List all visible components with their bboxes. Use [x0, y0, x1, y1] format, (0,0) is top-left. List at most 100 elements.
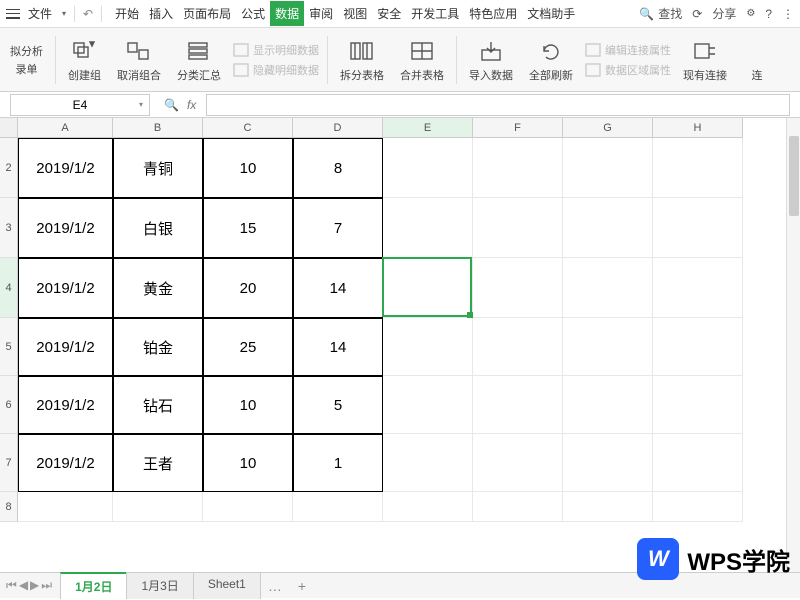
row-header-7[interactable]: 7	[0, 434, 18, 492]
magnify-icon[interactable]: 🔍	[164, 98, 179, 112]
cell-H8[interactable]	[653, 492, 743, 522]
cell-B3[interactable]: 白银	[113, 198, 203, 258]
ribbon-split-table[interactable]: 拆分表格	[336, 37, 388, 83]
cell-H2[interactable]	[653, 138, 743, 198]
cell-E6[interactable]	[383, 376, 473, 434]
row-header-5[interactable]: 5	[0, 318, 18, 376]
chevron-down-icon[interactable]: ▾	[139, 100, 143, 109]
sheet-tab-Sheet1[interactable]: Sheet1	[193, 572, 261, 599]
cell-H4[interactable]	[653, 258, 743, 318]
row-header-3[interactable]: 3	[0, 198, 18, 258]
ribbon-region-props[interactable]: 数据区域属性	[585, 62, 671, 78]
sheet-add-button[interactable]: +	[290, 574, 314, 598]
search-box[interactable]: 🔍 查找	[639, 5, 682, 22]
tab-页面布局[interactable]: 页面布局	[178, 1, 236, 26]
ribbon-conn-fragment[interactable]: 连	[739, 37, 775, 83]
cell-F2[interactable]	[473, 138, 563, 198]
row-header-8[interactable]: 8	[0, 492, 18, 522]
cell-B6[interactable]: 钻石	[113, 376, 203, 434]
col-header-A[interactable]: A	[18, 118, 113, 138]
cell-B5[interactable]: 铂金	[113, 318, 203, 376]
cell-H5[interactable]	[653, 318, 743, 376]
cell-F7[interactable]	[473, 434, 563, 492]
nav-first-icon[interactable]: ⏮	[6, 578, 17, 593]
cell-A8[interactable]	[18, 492, 113, 522]
vertical-scrollbar[interactable]	[786, 118, 800, 572]
chevron-down-icon[interactable]: ▾	[62, 9, 66, 18]
cell-G3[interactable]	[563, 198, 653, 258]
col-header-D[interactable]: D	[293, 118, 383, 138]
cell-A7[interactable]: 2019/1/2	[18, 434, 113, 492]
ribbon-ungroup[interactable]: 取消组合	[113, 37, 165, 83]
sync-icon[interactable]: ⟳	[692, 7, 702, 21]
cell-F5[interactable]	[473, 318, 563, 376]
cell-A6[interactable]: 2019/1/2	[18, 376, 113, 434]
tab-开始[interactable]: 开始	[110, 1, 144, 26]
cell-H7[interactable]	[653, 434, 743, 492]
cell-D3[interactable]: 7	[293, 198, 383, 258]
tab-公式[interactable]: 公式	[236, 1, 270, 26]
cell-B2[interactable]: 青铜	[113, 138, 203, 198]
tab-特色应用[interactable]: 特色应用	[464, 1, 522, 26]
cell-E8[interactable]	[383, 492, 473, 522]
tab-安全[interactable]: 安全	[372, 1, 406, 26]
select-all-corner[interactable]	[0, 118, 18, 138]
cell-H6[interactable]	[653, 376, 743, 434]
cell-C5[interactable]: 25	[203, 318, 293, 376]
nav-next-icon[interactable]: ▶	[30, 578, 39, 593]
cell-C3[interactable]: 15	[203, 198, 293, 258]
cell-D5[interactable]: 14	[293, 318, 383, 376]
ribbon-import-data[interactable]: 导入数据	[465, 37, 517, 83]
tab-插入[interactable]: 插入	[144, 1, 178, 26]
ribbon-existing-conn[interactable]: 现有连接	[679, 37, 731, 83]
nav-last-icon[interactable]: ⏭	[41, 578, 52, 593]
sheet-more[interactable]: …	[260, 574, 290, 598]
cell-G4[interactable]	[563, 258, 653, 318]
row-header-6[interactable]: 6	[0, 376, 18, 434]
col-header-H[interactable]: H	[653, 118, 743, 138]
cell-C2[interactable]: 10	[203, 138, 293, 198]
tab-视图[interactable]: 视图	[338, 1, 372, 26]
tab-开发工具[interactable]: 开发工具	[406, 1, 464, 26]
help-icon[interactable]: ?	[765, 7, 772, 21]
cell-C8[interactable]	[203, 492, 293, 522]
cell-D4[interactable]: 14	[293, 258, 383, 318]
cell-G8[interactable]	[563, 492, 653, 522]
cell-C6[interactable]: 10	[203, 376, 293, 434]
cell-F8[interactable]	[473, 492, 563, 522]
col-header-G[interactable]: G	[563, 118, 653, 138]
fx-icon[interactable]: fx	[187, 98, 196, 112]
ribbon-create-group[interactable]: 创建组	[64, 37, 105, 83]
cell-E2[interactable]	[383, 138, 473, 198]
undo-icon[interactable]: ↶	[83, 7, 93, 21]
ribbon-subtotal[interactable]: 分类汇总	[173, 37, 225, 83]
cell-G2[interactable]	[563, 138, 653, 198]
share-button[interactable]: 分享	[712, 5, 736, 22]
cell-G6[interactable]	[563, 376, 653, 434]
cell-D7[interactable]: 1	[293, 434, 383, 492]
cell-B8[interactable]	[113, 492, 203, 522]
row-header-4[interactable]: 4	[0, 258, 18, 318]
sheet-tab-1月2日[interactable]: 1月2日	[60, 572, 127, 599]
cell-F3[interactable]	[473, 198, 563, 258]
cell-E7[interactable]	[383, 434, 473, 492]
settings-icon[interactable]: ⚙	[746, 8, 755, 19]
col-header-B[interactable]: B	[113, 118, 203, 138]
more-icon[interactable]: ⋮	[782, 7, 794, 21]
tab-数据[interactable]: 数据	[270, 1, 304, 26]
sheet-nav[interactable]: ⏮◀▶⏭	[6, 578, 60, 593]
ribbon-analysis[interactable]: 拟分析 录单	[6, 43, 47, 77]
ribbon-merge-table[interactable]: 合并表格	[396, 37, 448, 83]
cell-E5[interactable]	[383, 318, 473, 376]
cell-G7[interactable]	[563, 434, 653, 492]
cell-B4[interactable]: 黄金	[113, 258, 203, 318]
col-header-E[interactable]: E	[383, 118, 473, 138]
cell-F6[interactable]	[473, 376, 563, 434]
hamburger-icon[interactable]	[6, 9, 20, 19]
cell-C4[interactable]: 20	[203, 258, 293, 318]
ribbon-refresh-all[interactable]: 全部刷新	[525, 37, 577, 83]
cell-D2[interactable]: 8	[293, 138, 383, 198]
tab-审阅[interactable]: 审阅	[304, 1, 338, 26]
cell-A2[interactable]: 2019/1/2	[18, 138, 113, 198]
cell-E3[interactable]	[383, 198, 473, 258]
